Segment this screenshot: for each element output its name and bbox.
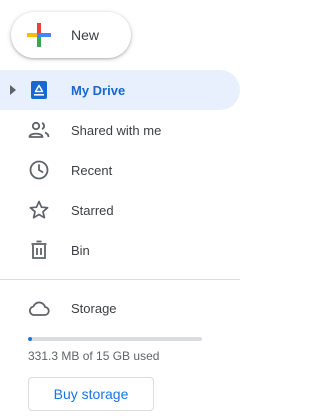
sidebar-item-my-drive[interactable]: My Drive bbox=[0, 70, 240, 110]
trash-icon bbox=[31, 240, 47, 259]
sidebar-nav: My Drive Shared with me Recent Starred B… bbox=[0, 70, 240, 270]
sidebar-item-label: Starred bbox=[71, 203, 114, 218]
shared-people-icon bbox=[28, 121, 50, 138]
sidebar-item-shared-with-me[interactable]: Shared with me bbox=[0, 110, 240, 150]
sidebar-item-storage[interactable]: Storage bbox=[0, 288, 240, 328]
sidebar-item-label: Bin bbox=[71, 243, 90, 258]
sidebar-item-label: Shared with me bbox=[71, 123, 162, 138]
expand-arrow-icon[interactable] bbox=[9, 84, 17, 96]
clock-icon bbox=[29, 160, 49, 180]
divider bbox=[0, 279, 240, 280]
sidebar-item-label: Recent bbox=[71, 163, 113, 178]
my-drive-icon bbox=[31, 81, 47, 99]
storage-label: Storage bbox=[71, 301, 117, 316]
star-icon bbox=[29, 200, 49, 219]
sidebar-item-bin[interactable]: Bin bbox=[0, 230, 240, 270]
cloud-icon bbox=[28, 301, 50, 316]
sidebar-item-recent[interactable]: Recent bbox=[0, 150, 240, 190]
storage-usage-bar bbox=[28, 337, 202, 341]
storage-usage-text: 331.3 MB of 15 GB used bbox=[28, 349, 160, 363]
new-button-label: New bbox=[71, 27, 100, 43]
storage-usage-fill bbox=[28, 337, 32, 341]
sidebar-item-label: My Drive bbox=[71, 83, 126, 98]
buy-storage-button[interactable]: Buy storage bbox=[28, 377, 154, 411]
sidebar-item-starred[interactable]: Starred bbox=[0, 190, 240, 230]
plus-icon bbox=[27, 23, 51, 47]
new-button[interactable]: New bbox=[11, 12, 131, 58]
